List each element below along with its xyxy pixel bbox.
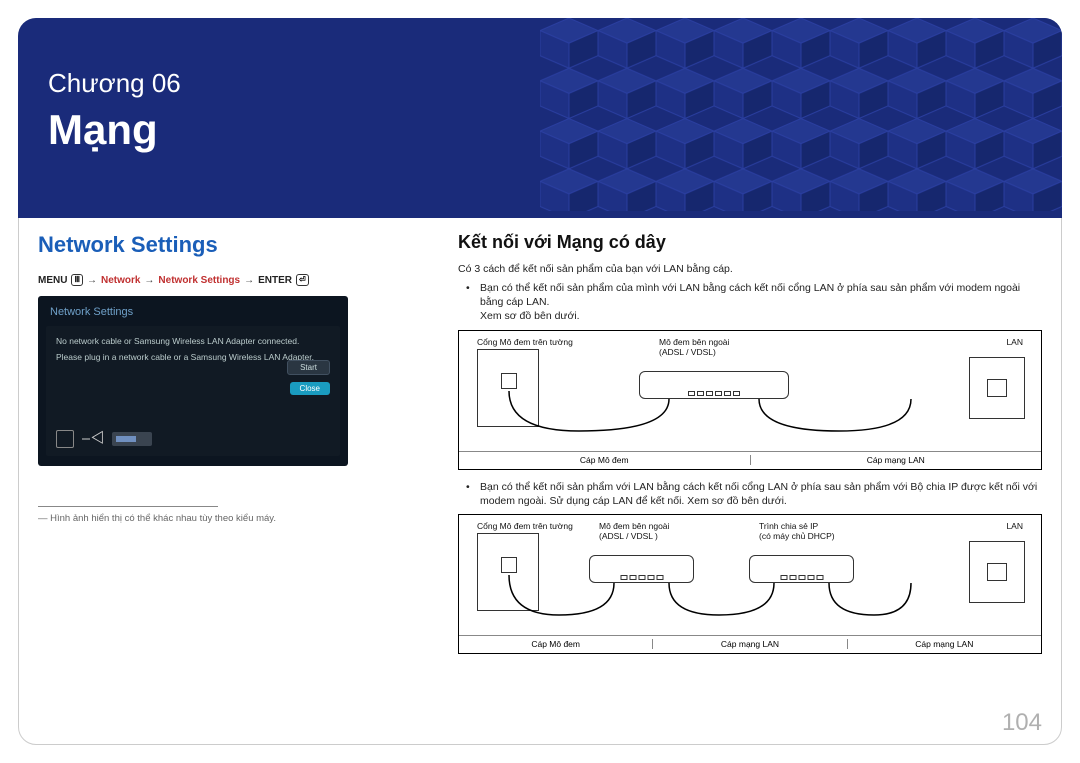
divider (38, 506, 218, 507)
bullet-list: Bạn có thể kết nối sản phẩm của mình với… (458, 281, 1042, 324)
d1-sub1: Cáp Mô đem (459, 455, 751, 465)
bc-network: Network (101, 275, 140, 286)
d2-sub3: Cáp mạng LAN (848, 639, 1041, 649)
lan-port-icon (56, 430, 74, 448)
d1-sublabels: Cáp Mô đem Cáp mạng LAN (459, 451, 1041, 465)
bullet-1-text-b: Xem sơ đồ bên dưới. (480, 310, 580, 322)
bullet-2-text: Bạn có thể kết nối sản phẩm với LAN bằng… (480, 481, 1037, 507)
ui-screenshot: Network Settings No network cable or Sam… (38, 296, 348, 466)
d1-sub2: Cáp mạng LAN (751, 455, 1042, 465)
screenshot-line1: No network cable or Samsung Wireless LAN… (56, 336, 330, 346)
bullet-2: Bạn có thể kết nối sản phẩm với LAN bằng… (480, 480, 1042, 508)
bullet-1: Bạn có thể kết nối sản phẩm của mình với… (480, 281, 1042, 324)
close-button[interactable]: Close (290, 382, 330, 395)
menu-breadcrumb: MENU Ⅲ → Network → Network Settings → EN… (38, 274, 418, 286)
arrow-icon: → (244, 275, 254, 286)
plug-icon: ⎯◁ (82, 430, 104, 448)
intro-text: Có 3 cách để kết nối sản phẩm của bạn vớ… (458, 263, 1042, 275)
bc-enter: ENTER (258, 275, 292, 286)
section-title: Network Settings (38, 232, 418, 258)
diagram-2: Cổng Mô đem trên tường Mô đem bên ngoài … (458, 514, 1042, 654)
chapter-label: Chương 06 (48, 68, 181, 99)
right-column: Kết nối với Mạng có dây Có 3 cách để kết… (458, 232, 1042, 713)
port-row: ⎯◁ (56, 430, 152, 448)
bc-settings: Network Settings (158, 275, 240, 286)
left-column: Network Settings MENU Ⅲ → Network → Netw… (38, 232, 418, 713)
footnote: ― Hình ảnh hiển thị có thể khác nhau tùy… (38, 513, 418, 524)
content: Network Settings MENU Ⅲ → Network → Netw… (38, 232, 1042, 713)
right-title: Kết nối với Mạng có dây (458, 232, 1042, 253)
chapter-title: Mạng (48, 106, 158, 154)
page-number: 104 (1002, 709, 1042, 737)
bullet-list-2: Bạn có thể kết nối sản phẩm với LAN bằng… (458, 480, 1042, 508)
arrow-icon: → (87, 275, 97, 286)
chapter-hero: Chương 06 Mạng (18, 18, 1062, 218)
screenshot-header: Network Settings (46, 304, 340, 326)
diagram-1: Cổng Mô đem trên tường Mô đem bên ngoài … (458, 330, 1042, 470)
enter-icon: ⏎ (296, 274, 309, 286)
d2-sub1: Cáp Mô đem (459, 639, 653, 649)
arrow-icon: → (144, 275, 154, 286)
d2-sub2: Cáp mạng LAN (653, 639, 847, 649)
menu-icon: Ⅲ (71, 274, 83, 286)
screenshot-body: No network cable or Samsung Wireless LAN… (46, 326, 340, 456)
start-button[interactable]: Start (287, 360, 330, 375)
hero-pattern (540, 18, 1062, 211)
cable-paths (459, 515, 1041, 653)
d2-sublabels: Cáp Mô đem Cáp mạng LAN Cáp mạng LAN (459, 635, 1041, 649)
cable-paths (459, 331, 1041, 469)
wireless-adapter-icon (112, 432, 152, 446)
bc-menu: MENU (38, 275, 67, 286)
bullet-1-text-a: Bạn có thể kết nối sản phẩm của mình với… (480, 282, 1020, 308)
